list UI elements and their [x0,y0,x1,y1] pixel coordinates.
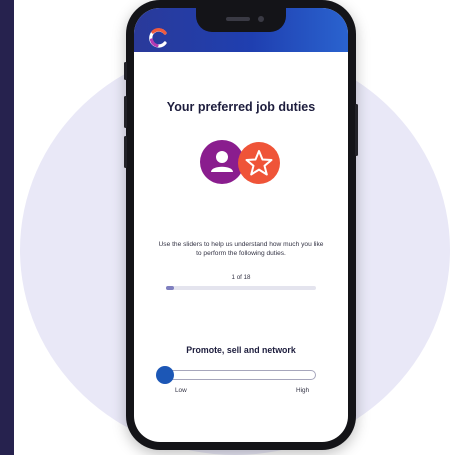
slider-low-label: Low [175,387,187,394]
slider-thumb[interactable] [156,366,174,384]
star-icon [238,142,280,184]
left-decor-band [0,0,14,455]
phone-side-button-power [355,104,358,156]
phone-side-button-volume-up [124,96,127,128]
page-title: Your preferred job duties [166,100,316,114]
speaker-grille [226,17,250,21]
progress-bar [166,286,316,290]
slider-high-label: High [296,387,310,394]
phone-side-button-mute [124,62,127,80]
progress-counter: 1 of 18 [231,274,251,281]
app-logo-icon [149,28,167,48]
phone-side-button-volume-down [124,136,127,168]
progress-fill [166,286,175,290]
phone-notch [196,8,286,32]
instructions-text: Use the sliders to help us understand ho… [158,241,324,257]
phone-frame: Your preferred job duties Use the slider… [124,0,358,450]
phone-screen: Your preferred job duties Use the slider… [134,8,348,442]
front-camera [258,16,264,22]
duty-label: Promote, sell and network [186,345,296,355]
duty-slider[interactable] [156,366,316,384]
